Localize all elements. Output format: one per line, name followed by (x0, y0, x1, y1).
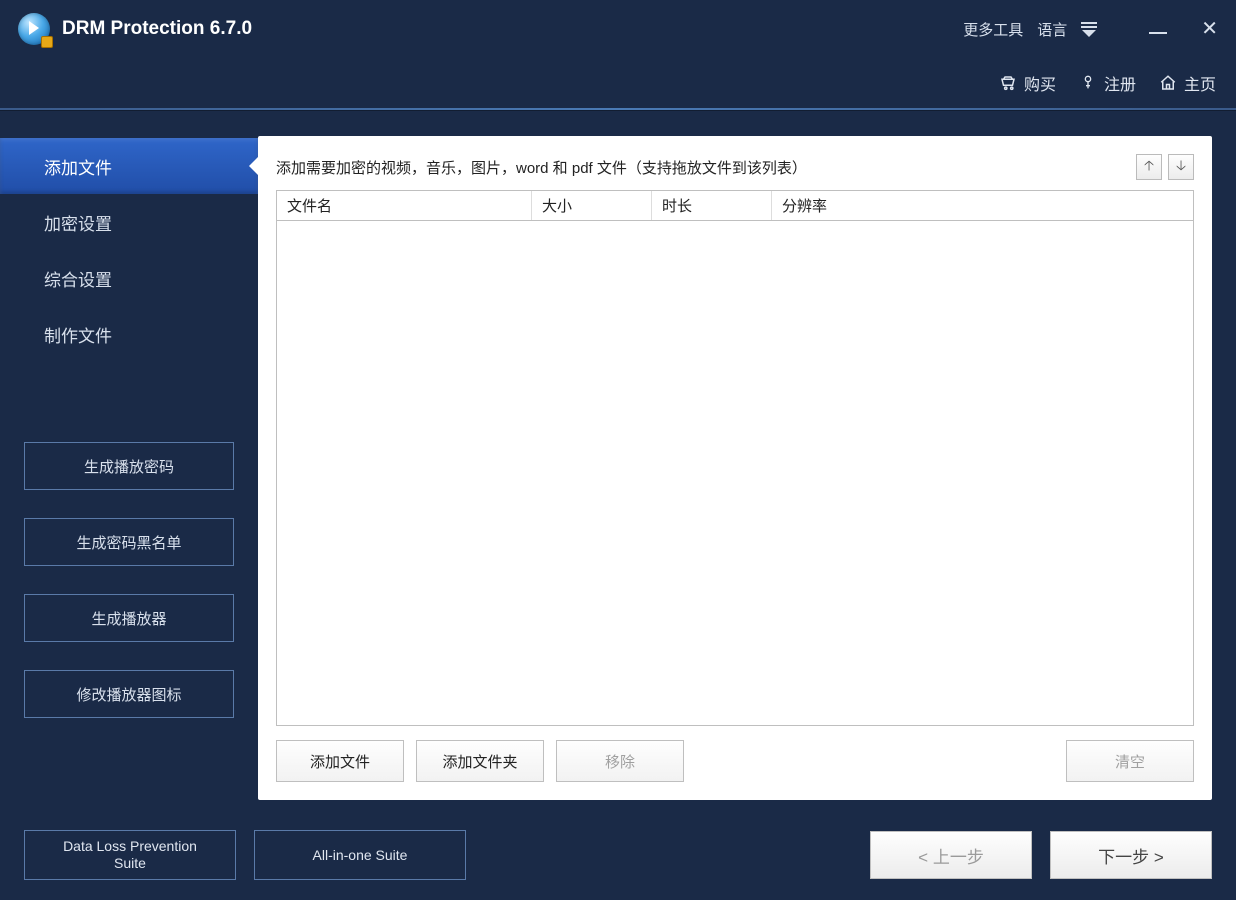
nav-label: 综合设置 (44, 266, 112, 291)
language-link[interactable]: 语言 (1037, 19, 1067, 40)
titlebar-right: 更多工具 语言 ✕ (963, 19, 1218, 40)
gen-player-button[interactable]: 生成播放器 (24, 594, 234, 642)
col-resolution[interactable]: 分辨率 (772, 191, 892, 220)
cart-icon (998, 73, 1018, 93)
dropdown-icon[interactable] (1081, 22, 1097, 37)
sidebar: 添加文件 加密设置 综合设置 制作文件 生成播放密码 生成密码黑名单 生成播放器… (0, 112, 258, 900)
nav-label: 制作文件 (44, 322, 112, 347)
app-title: DRM Protection 6.7.0 (62, 18, 252, 40)
app-icon (18, 13, 50, 45)
panel-header: 添加需要加密的视频，音乐，图片，word 和 pdf 文件（支持拖放文件到该列表… (276, 154, 1194, 180)
col-filename[interactable]: 文件名 (277, 191, 532, 220)
dlp-suite-button[interactable]: Data Loss Prevention Suite (24, 830, 236, 880)
arrow-up-icon: 🡡 (1144, 155, 1154, 179)
divider (0, 108, 1236, 110)
add-file-button[interactable]: 添加文件 (276, 740, 404, 782)
sidebar-buttons: 生成播放密码 生成密码黑名单 生成播放器 修改播放器图标 (24, 442, 234, 746)
aio-suite-button[interactable]: All-in-one Suite (254, 830, 466, 880)
next-step-button[interactable]: 下一步 > (1050, 831, 1212, 879)
nav-encrypt-settings[interactable]: 加密设置 (0, 194, 258, 250)
prev-step-button[interactable]: < 上一步 (870, 831, 1032, 879)
workspace: 添加文件 加密设置 综合设置 制作文件 生成播放密码 生成密码黑名单 生成播放器… (0, 112, 1236, 900)
panel-instruction: 添加需要加密的视频，音乐，图片，word 和 pdf 文件（支持拖放文件到该列表… (276, 157, 807, 178)
home-label: 主页 (1184, 71, 1216, 95)
file-table[interactable]: 文件名 大小 时长 分辨率 (276, 190, 1194, 726)
key-icon (1078, 73, 1098, 93)
nav-label: 加密设置 (44, 210, 112, 235)
nav-make-file[interactable]: 制作文件 (0, 306, 258, 362)
file-table-body[interactable] (277, 221, 1193, 725)
home-icon (1158, 73, 1178, 93)
home-button[interactable]: 主页 (1158, 71, 1216, 95)
lock-icon (41, 36, 53, 48)
nav-label: 添加文件 (44, 154, 112, 179)
buy-button[interactable]: 购买 (998, 71, 1056, 95)
col-duration[interactable]: 时长 (652, 191, 772, 220)
register-button[interactable]: 注册 (1078, 71, 1136, 95)
panel-actions: 添加文件 添加文件夹 移除 清空 (276, 740, 1194, 782)
file-table-header: 文件名 大小 时长 分辨率 (277, 191, 1193, 221)
toolbar: 购买 注册 主页 (0, 58, 1236, 108)
remove-button[interactable]: 移除 (556, 740, 684, 782)
main-panel: 添加需要加密的视频，音乐，图片，word 和 pdf 文件（支持拖放文件到该列表… (258, 136, 1212, 800)
nav-general-settings[interactable]: 综合设置 (0, 250, 258, 306)
buy-label: 购买 (1024, 71, 1056, 95)
nav-add-file[interactable]: 添加文件 (0, 138, 258, 194)
move-down-button[interactable]: 🡣 (1168, 154, 1194, 180)
dlp-suite-label: Data Loss Prevention Suite (47, 838, 213, 872)
titlebar: DRM Protection 6.7.0 更多工具 语言 ✕ (0, 0, 1236, 58)
register-label: 注册 (1104, 71, 1136, 95)
minimize-button[interactable] (1149, 24, 1167, 34)
arrow-down-icon: 🡣 (1176, 155, 1186, 179)
titlebar-left: DRM Protection 6.7.0 (18, 13, 252, 45)
clear-button[interactable]: 清空 (1066, 740, 1194, 782)
reorder-buttons: 🡡 🡣 (1136, 154, 1194, 180)
more-tools-link[interactable]: 更多工具 (963, 19, 1023, 40)
modify-player-icon-button[interactable]: 修改播放器图标 (24, 670, 234, 718)
col-size[interactable]: 大小 (532, 191, 652, 220)
bottombar: Data Loss Prevention Suite All-in-one Su… (24, 830, 1212, 880)
gen-blacklist-button[interactable]: 生成密码黑名单 (24, 518, 234, 566)
add-folder-button[interactable]: 添加文件夹 (416, 740, 544, 782)
gen-play-password-button[interactable]: 生成播放密码 (24, 442, 234, 490)
close-button[interactable]: ✕ (1201, 19, 1218, 39)
move-up-button[interactable]: 🡡 (1136, 154, 1162, 180)
